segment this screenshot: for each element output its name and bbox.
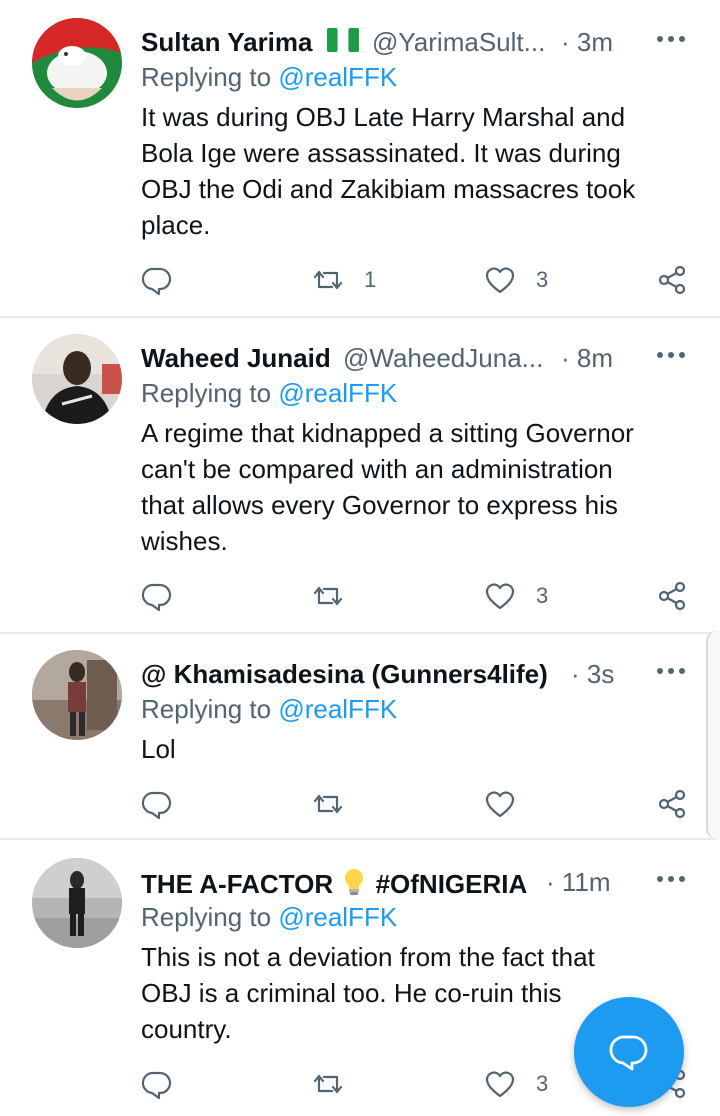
display-name[interactable]: Waheed Junaid [141, 343, 331, 374]
display-name[interactable]: THE A-FACTOR #OfNIGERIA [141, 867, 527, 904]
reply-button[interactable] [141, 576, 173, 616]
avatar-image [32, 18, 122, 108]
reply-button[interactable] [141, 784, 173, 824]
handle[interactable]: @YarimaSult... [372, 27, 545, 58]
tweet-text-line: place. [141, 210, 211, 240]
more-options-icon[interactable] [656, 874, 686, 884]
replying-to-label: Replying to [141, 902, 272, 932]
more-options-icon[interactable] [656, 666, 686, 676]
retweet-button[interactable]: 1 [312, 260, 376, 300]
display-name-text: THE A-FACTOR [141, 869, 334, 899]
reply-context: Replying to @realFFK [141, 378, 397, 409]
retweet-icon [313, 586, 343, 606]
tweet-text: A regime that kidnapped a sitting Govern… [141, 415, 701, 559]
display-name[interactable]: Sultan Yarima [141, 27, 313, 58]
mention-link[interactable]: @realFFK [278, 694, 397, 724]
compose-reply-icon [609, 1035, 648, 1071]
tweet-text-line: A regime that kidnapped a sitting Govern… [141, 418, 634, 448]
heart-icon [485, 1071, 515, 1098]
tweet-text-line: wishes. [141, 526, 228, 556]
avatar[interactable] [32, 650, 122, 740]
tweet-actions: 3 [0, 576, 720, 616]
heart-icon [485, 267, 515, 294]
tweet-text: Lol [141, 731, 701, 767]
reply-button[interactable] [141, 1064, 173, 1104]
reply-context: Replying to @realFFK [141, 694, 397, 725]
share-button[interactable] [656, 576, 688, 616]
retweet-count: 1 [364, 267, 377, 292]
tweet-text-line: OBJ the Odi and Zakibiam massacres took [141, 174, 636, 204]
like-button[interactable]: 3 [484, 260, 548, 300]
mention-link[interactable]: @realFFK [278, 62, 397, 92]
display-name-hashtag: #OfNIGERIA [375, 869, 528, 899]
reply-context: Replying to @realFFK [141, 62, 397, 93]
heart-icon [485, 583, 515, 610]
like-count: 3 [536, 1071, 549, 1096]
tweet-text-line: It was during OBJ Late Harry Marshal and [141, 102, 626, 132]
reply-context: Replying to @realFFK [141, 902, 397, 933]
share-icon [658, 789, 686, 819]
timestamp[interactable]: · 3s [571, 659, 614, 690]
share-icon [658, 265, 686, 295]
tweet-text-line: This is not a deviation from the fact th… [141, 942, 595, 972]
retweet-icon [313, 794, 343, 814]
lightbulb-icon [342, 867, 366, 904]
share-icon [658, 581, 686, 611]
reply-button[interactable] [141, 260, 173, 300]
avatar-image [32, 650, 122, 740]
display-name[interactable]: @ Khamisadesina (Gunners4life) [141, 659, 548, 690]
divider [0, 838, 720, 840]
handle[interactable]: @WaheedJuna... [343, 343, 543, 374]
replying-to-label: Replying to [141, 694, 272, 724]
avatar-image [32, 334, 122, 424]
timestamp[interactable]: · 11m [546, 867, 611, 898]
share-button[interactable] [656, 260, 688, 300]
tweet-text-line: Bola Ige were assassinated. It was durin… [141, 138, 621, 168]
reply-icon [141, 1071, 172, 1100]
retweet-icon [313, 1074, 343, 1094]
mention-link[interactable]: @realFFK [278, 378, 397, 408]
retweet-button[interactable] [312, 576, 344, 616]
avatar-image [32, 858, 122, 948]
divider [0, 316, 720, 318]
heart-icon [485, 791, 515, 818]
mention-link[interactable]: @realFFK [278, 902, 397, 932]
retweet-button[interactable] [312, 1064, 344, 1104]
like-button[interactable]: 3 [484, 1064, 548, 1104]
tweet-actions [0, 784, 720, 824]
like-button[interactable]: 3 [484, 576, 548, 616]
share-button[interactable] [656, 784, 688, 824]
tweet-text-line: that allows every Governor to express hi… [141, 490, 618, 520]
replying-to-label: Replying to [141, 62, 272, 92]
timestamp[interactable]: · 8m [561, 343, 613, 374]
tweet-actions: 1 3 [0, 260, 720, 300]
reply-icon [141, 267, 172, 296]
scroll-handle[interactable] [706, 630, 720, 840]
avatar[interactable] [32, 858, 122, 948]
avatar[interactable] [32, 334, 122, 424]
timestamp[interactable]: · 3m [561, 27, 613, 58]
reply-icon [141, 791, 172, 820]
tweet-text: It was during OBJ Late Harry Marshal and… [141, 99, 701, 243]
replying-to-label: Replying to [141, 378, 272, 408]
more-options-icon[interactable] [656, 34, 686, 44]
like-count: 3 [536, 267, 549, 292]
like-button[interactable] [484, 784, 516, 824]
more-options-icon[interactable] [656, 350, 686, 360]
reply-icon [141, 583, 172, 612]
divider [0, 632, 720, 634]
retweet-icon [313, 270, 343, 290]
avatar[interactable] [32, 18, 122, 108]
compose-reply-button[interactable] [574, 997, 684, 1107]
tweet-text-line: can't be compared with an administration [141, 454, 613, 484]
tweet-text-line: Lol [141, 734, 176, 764]
retweet-button[interactable] [312, 784, 344, 824]
nigeria-flag-icon [327, 28, 359, 57]
like-count: 3 [536, 583, 549, 608]
